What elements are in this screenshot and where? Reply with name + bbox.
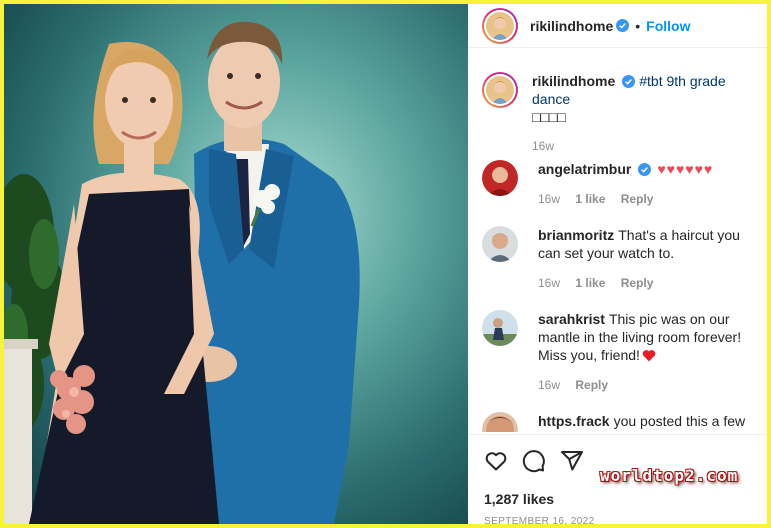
comment-item: https.frack you posted this a few [482,412,764,432]
post-photo[interactable] [4,4,468,524]
heart-emoji-icon [642,350,656,362]
share-icon[interactable] [560,449,584,473]
commenter-avatar[interactable] [482,160,518,196]
commenter-avatar-image [482,160,518,196]
comment-time[interactable]: 16w [538,192,560,206]
likes-count[interactable]: 1,287 likes [484,491,554,507]
follow-button[interactable]: Follow [646,18,690,34]
reply-button[interactable]: Reply [621,192,654,206]
commenter-avatar-image [482,412,518,432]
commenter-avatar[interactable] [482,412,518,432]
author-username[interactable]: rikilindhome [530,18,613,34]
caption-avatar-image [486,76,514,104]
instagram-post-frame: rikilindhome • Follow rikilindhome #tbt … [4,4,767,524]
reply-button[interactable]: Reply [621,276,654,290]
comment-time[interactable]: 16w [538,276,560,290]
comment-text: ♥♥♥♥♥♥ [657,161,714,177]
comment-item: angelatrimbur ♥♥♥♥♥♥ 16w 1 like Reply [482,160,764,208]
comment-item: brianmoritz That's a haircut you can set … [482,226,764,292]
caption-emoji: □□□□ [532,109,566,125]
prom-photo-illustration [4,4,468,524]
comments-list[interactable]: rikilindhome #tbt 9th grade dance □□□□ 16… [468,62,767,432]
heart-icon[interactable] [484,449,508,473]
author-avatar-image [486,11,514,40]
commenter-avatar-image [482,310,518,346]
separator-dot: • [635,17,641,34]
verified-icon [638,163,652,176]
comment-username[interactable]: https.frack [538,413,610,429]
caption-username[interactable]: rikilindhome [532,73,615,89]
caption-time[interactable]: 16w [532,139,554,153]
comment-likes[interactable]: 1 like [575,192,605,206]
comment-username[interactable]: angelatrimbur [538,161,631,177]
commenter-avatar[interactable] [482,310,518,346]
reply-button[interactable]: Reply [575,378,608,392]
verified-icon [616,19,630,32]
comment-icon[interactable] [522,449,546,473]
comment-text: you posted this a few [613,413,746,429]
comment-item: sarahkrist This pic was on our mantle in … [482,310,764,394]
caption-avatar[interactable] [482,72,518,108]
commenter-avatar-image [482,226,518,262]
comment-username[interactable]: sarahkrist [538,311,605,327]
commenter-avatar[interactable] [482,226,518,262]
post-sidebar: rikilindhome • Follow rikilindhome #tbt … [468,4,767,524]
verified-icon [622,75,636,88]
comment-likes[interactable]: 1 like [575,276,605,290]
post-date[interactable]: SEPTEMBER 16, 2022 [484,516,595,524]
comment-time[interactable]: 16w [538,378,560,392]
watermark-text: worldtop2.com [600,466,739,485]
post-header: rikilindhome • Follow [468,4,767,48]
caption: rikilindhome #tbt 9th grade dance □□□□ 16… [482,72,764,155]
comment-username[interactable]: brianmoritz [538,227,614,243]
author-avatar[interactable] [482,7,518,44]
